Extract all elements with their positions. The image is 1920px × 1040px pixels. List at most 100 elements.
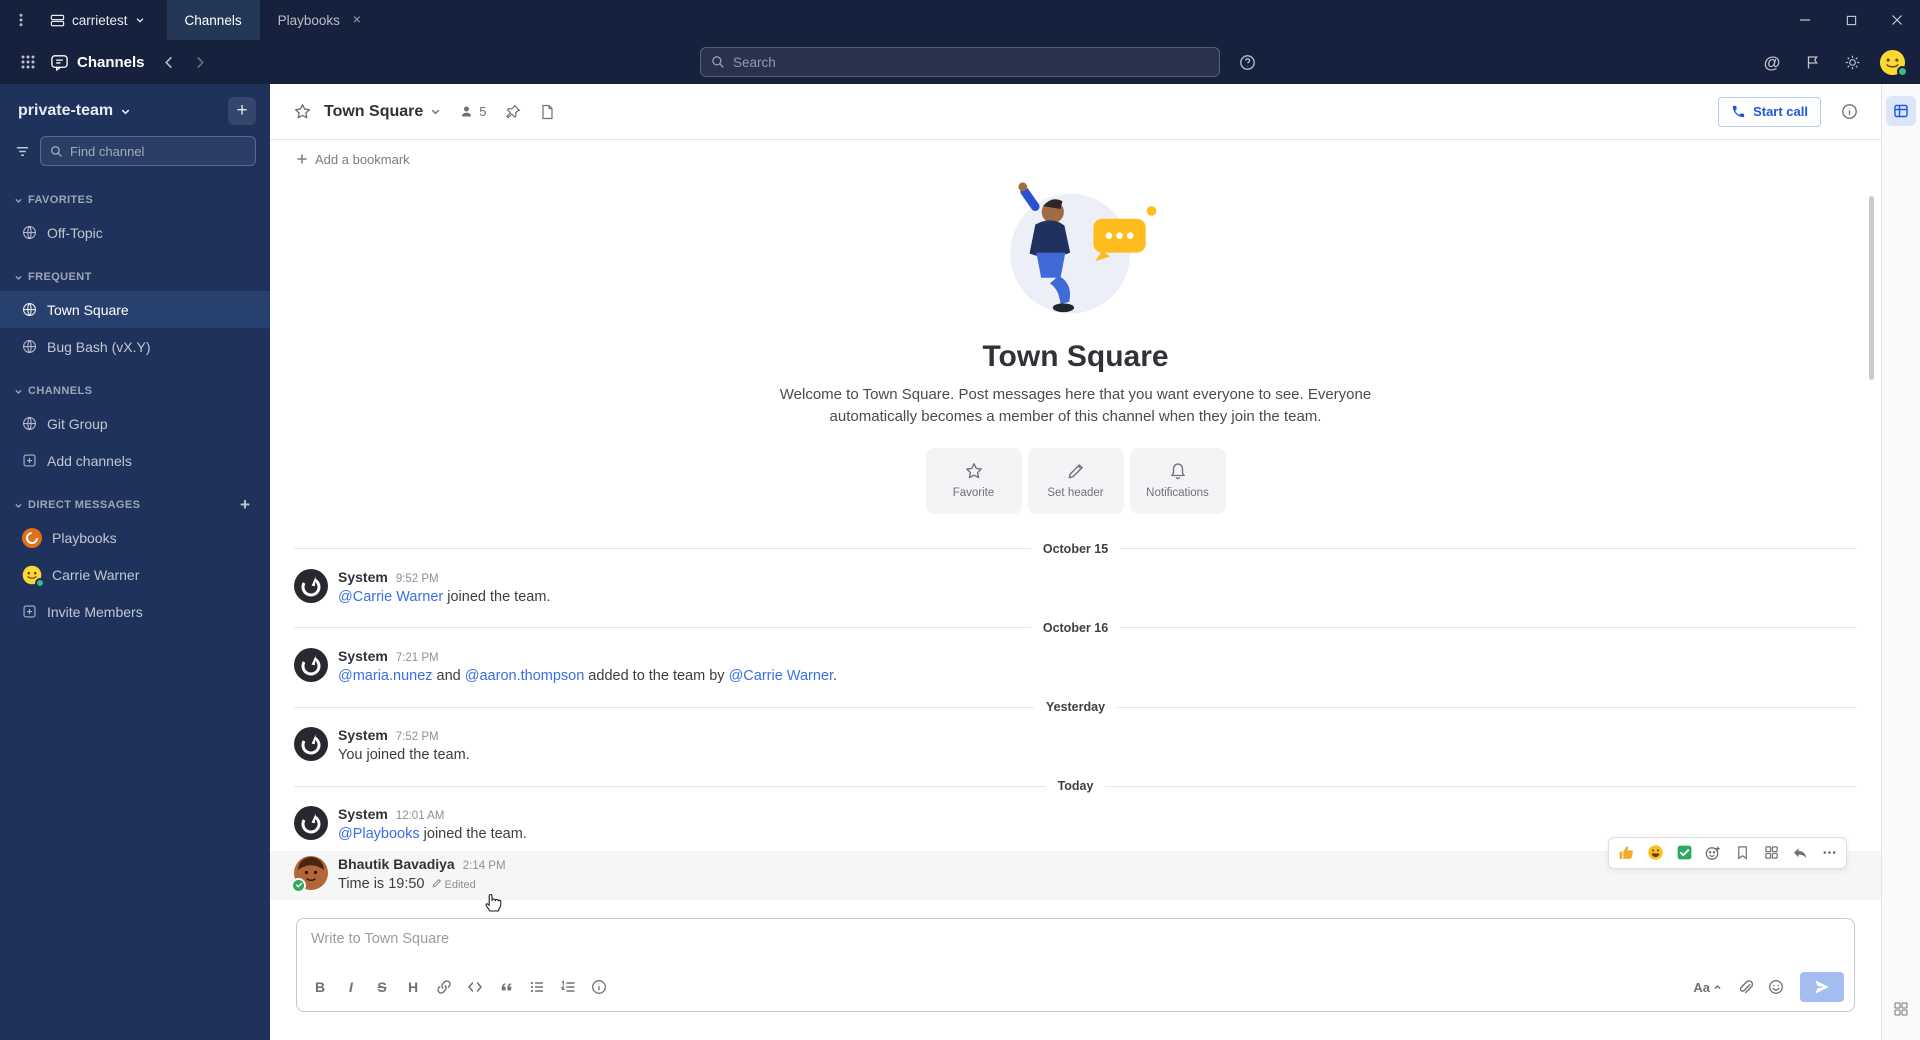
- close-icon: [1892, 15, 1902, 25]
- start-call-button[interactable]: Start call: [1718, 96, 1821, 127]
- channel-sidebar: private-team + FAVORITES: [0, 84, 270, 1040]
- dots-horizontal-icon: [1823, 851, 1835, 854]
- date-label: October 15: [1042, 541, 1109, 556]
- history-forward-button[interactable]: [185, 47, 215, 77]
- code-button[interactable]: [460, 973, 490, 1001]
- quick-reaction-grinning[interactable]: [1641, 840, 1669, 866]
- settings-button[interactable]: [1836, 46, 1868, 78]
- date-divider: Today: [294, 771, 1857, 801]
- add-bookmark-button[interactable]: Add a bookmark: [288, 148, 418, 171]
- channel-members-button[interactable]: 5: [451, 99, 494, 124]
- intro-action-label: Notifications: [1146, 487, 1209, 499]
- save-message-button[interactable]: [1728, 840, 1756, 866]
- mattermost-window: carrietest Channels Playbooks × Channels…: [0, 0, 1920, 1040]
- bulleted-list-button[interactable]: [522, 973, 552, 1001]
- message-sender[interactable]: System: [338, 806, 388, 822]
- channel-files-button[interactable]: [531, 96, 563, 128]
- sidebar-item-bug-bash[interactable]: Bug Bash (vX.Y): [0, 328, 270, 365]
- intro-notifications-button[interactable]: Notifications: [1129, 447, 1226, 514]
- pinned-posts-button[interactable]: [497, 96, 529, 128]
- app-menu-button[interactable]: [0, 0, 42, 40]
- system-avatar: [294, 568, 328, 603]
- mention-link[interactable]: @Playbooks: [338, 826, 420, 842]
- attach-file-button[interactable]: [1730, 973, 1760, 1001]
- close-window-button[interactable]: [1874, 0, 1920, 40]
- numbered-list-button[interactable]: [553, 973, 583, 1001]
- quick-reaction-white-check-mark[interactable]: [1670, 840, 1698, 866]
- add-channel-button[interactable]: +: [228, 97, 256, 125]
- message-sender[interactable]: System: [338, 648, 388, 664]
- message-list-scrollbar[interactable]: [1869, 196, 1874, 380]
- active-app-button[interactable]: [1886, 96, 1916, 126]
- recent-mentions-button[interactable]: @: [1756, 46, 1788, 78]
- help-button[interactable]: [1232, 47, 1262, 77]
- minimize-button[interactable]: [1782, 0, 1828, 40]
- message-sender[interactable]: System: [338, 727, 388, 743]
- section-header-frequent[interactable]: FREQUENT: [0, 263, 270, 291]
- heading-button[interactable]: H: [398, 973, 428, 1001]
- globe-icon: [23, 340, 36, 353]
- section-header-favorites[interactable]: FAVORITES: [0, 186, 270, 214]
- more-actions-button[interactable]: [1815, 840, 1843, 866]
- tab-channels[interactable]: Channels: [166, 0, 260, 40]
- mention-link[interactable]: @Carrie Warner: [338, 589, 443, 605]
- server-selector[interactable]: carrietest: [42, 0, 159, 40]
- mention-link[interactable]: @aaron.thompson: [465, 668, 585, 684]
- quote-button[interactable]: [491, 973, 521, 1001]
- search-input[interactable]: [733, 54, 1209, 70]
- favorite-channel-button[interactable]: [286, 96, 318, 128]
- global-search[interactable]: [700, 47, 1220, 77]
- message-apps-button[interactable]: [1757, 840, 1785, 866]
- quick-reaction-thumbs-up[interactable]: [1612, 840, 1640, 866]
- user-avatar-bhautik[interactable]: [291, 855, 328, 893]
- sidebar-item-town-square[interactable]: Town Square: [0, 291, 270, 328]
- toggle-formatting-button[interactable]: Aa: [1686, 973, 1729, 1001]
- channel-info-button[interactable]: [1833, 96, 1865, 128]
- message-sender[interactable]: System: [338, 569, 388, 585]
- section-header-direct-messages[interactable]: DIRECT MESSAGES +: [0, 491, 270, 519]
- mention-link[interactable]: @maria.nunez: [338, 668, 433, 684]
- reply-button[interactable]: [1786, 840, 1814, 866]
- sidebar-item-git-group[interactable]: Git Group: [0, 405, 270, 442]
- tab-close-button[interactable]: ×: [349, 12, 365, 28]
- sidebar-item-dm-carrie-warner[interactable]: Carrie Warner: [0, 556, 270, 593]
- message-timestamp: 2:14 PM: [462, 859, 506, 872]
- channel-title-menu[interactable]: Town Square: [320, 96, 449, 128]
- channel-filter-button[interactable]: [12, 138, 33, 164]
- saved-messages-button[interactable]: [1796, 46, 1828, 78]
- send-message-button[interactable]: [1800, 972, 1844, 1002]
- find-channel-box[interactable]: [40, 136, 256, 166]
- sidebar-item-add-channels[interactable]: Add channels: [0, 442, 270, 479]
- maximize-button[interactable]: [1828, 0, 1874, 40]
- strikethrough-button[interactable]: S: [367, 973, 397, 1001]
- globe-icon: [23, 226, 36, 239]
- italic-button[interactable]: I: [336, 973, 366, 1001]
- sidebar-item-invite-members[interactable]: Invite Members: [0, 593, 270, 630]
- section-header-channels[interactable]: CHANNELS: [0, 377, 270, 405]
- link-button[interactable]: [429, 973, 459, 1001]
- add-reaction-button[interactable]: [1699, 840, 1727, 866]
- intro-set-header-button[interactable]: Set header: [1027, 447, 1124, 514]
- emoji-picker-button[interactable]: [1761, 973, 1791, 1001]
- product-switcher-button[interactable]: [12, 46, 44, 78]
- sidebar-item-off-topic[interactable]: Off-Topic: [0, 214, 270, 251]
- message-input[interactable]: [297, 919, 1854, 969]
- app-marketplace-button[interactable]: [1886, 994, 1916, 1024]
- mention-link[interactable]: @Carrie Warner: [729, 668, 833, 684]
- tab-playbooks[interactable]: Playbooks ×: [260, 0, 383, 40]
- chevron-up-icon: [1714, 984, 1721, 989]
- formatting-help-button[interactable]: [584, 973, 614, 1001]
- team-menu-button[interactable]: private-team: [18, 102, 131, 120]
- find-channel-input[interactable]: [70, 143, 246, 159]
- add-direct-message-button[interactable]: +: [234, 494, 256, 516]
- history-back-button[interactable]: [155, 47, 185, 77]
- user-avatar-button[interactable]: [1876, 46, 1908, 78]
- sidebar-item-dm-playbooks[interactable]: Playbooks: [0, 519, 270, 556]
- channel-label: Add channels: [47, 452, 132, 469]
- message-text-part: joined the team.: [419, 826, 527, 843]
- message-sender[interactable]: Bhautik Bavadiya: [338, 856, 455, 872]
- chevron-down-icon: [121, 109, 130, 114]
- bold-button[interactable]: B: [305, 973, 335, 1001]
- intro-favorite-button[interactable]: Favorite: [925, 447, 1022, 514]
- team-name: private-team: [18, 102, 114, 119]
